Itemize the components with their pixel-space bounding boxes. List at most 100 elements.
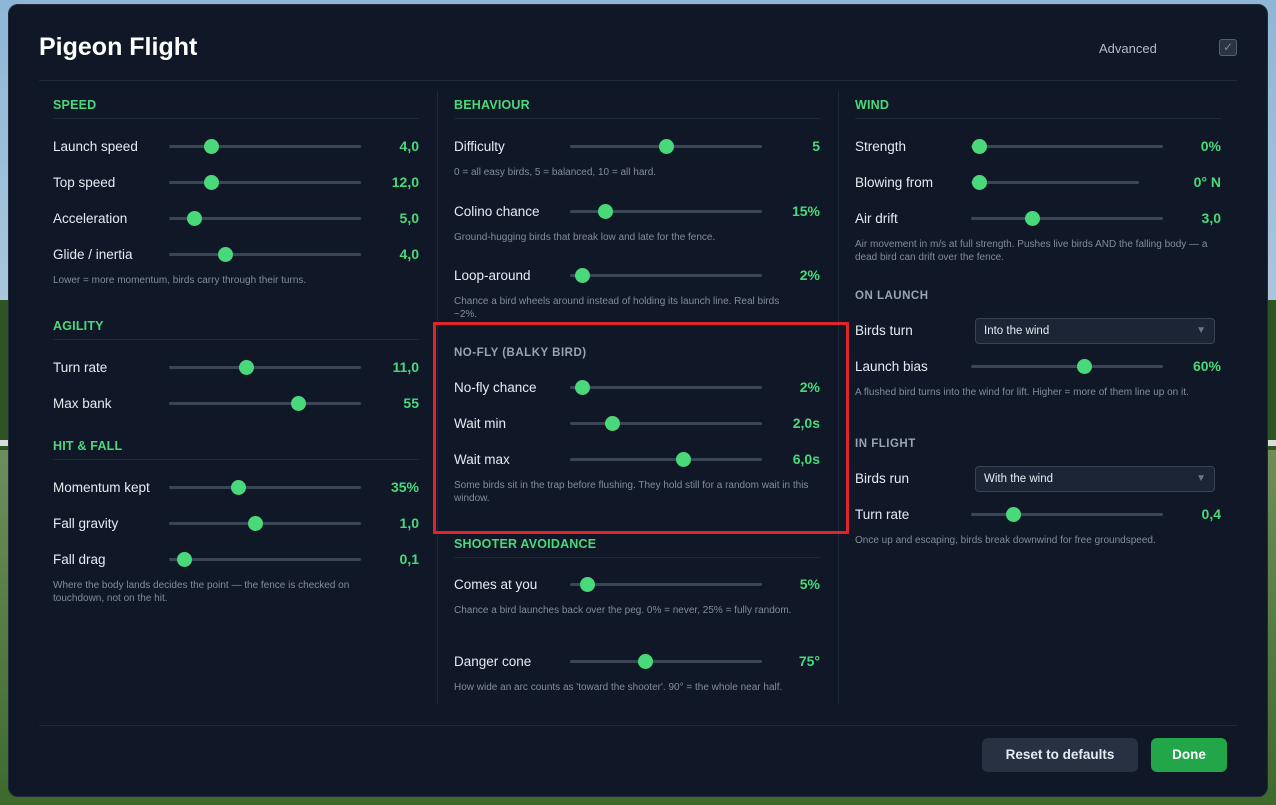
section-heading-shooter-avoidance: SHOOTER AVOIDANCE	[454, 537, 820, 558]
setting-blowing-from: Blowing from 0° N	[855, 172, 1221, 192]
slider-knob[interactable]	[659, 139, 674, 154]
slider-knob[interactable]	[204, 139, 220, 154]
setting-value: 55	[403, 395, 419, 411]
setting-fall-gravity: Fall gravity 1,0	[53, 513, 419, 533]
setting-value: 0%	[1200, 138, 1221, 154]
setting-label: Loop-around	[454, 268, 531, 283]
advanced-checkbox[interactable]: ✓	[1219, 39, 1237, 56]
setting-label: Wait max	[454, 452, 510, 467]
slider-knob[interactable]	[637, 654, 653, 669]
slider-track[interactable]	[169, 175, 361, 190]
setting-label: Difficulty	[454, 139, 505, 154]
birds-run-select[interactable]: With the wind ▼	[975, 466, 1215, 492]
slider-knob[interactable]	[177, 552, 193, 567]
setting-max-bank: Max bank 55	[53, 393, 419, 413]
birds-turn-select[interactable]: Into the wind ▼	[975, 318, 1215, 344]
slider-track[interactable]	[570, 268, 762, 283]
column-wind: WIND Strength 0% Blowing from 0° N Air d…	[855, 91, 1221, 704]
column-divider	[437, 91, 438, 704]
setting-value: 6,0s	[792, 451, 820, 467]
setting-value: 4,0	[399, 246, 419, 262]
setting-glide-inertia: Glide / inertia 4,0	[53, 244, 419, 264]
slider-track[interactable]	[169, 480, 361, 495]
difficulty-hint: 0 = all easy birds, 5 = balanced, 10 = a…	[454, 167, 657, 178]
slider-knob[interactable]	[1006, 507, 1022, 522]
slider-track[interactable]	[570, 204, 762, 219]
hit-fall-hint: Where the body lands decides the point —…	[53, 580, 350, 604]
advanced-label: Advanced	[1099, 41, 1157, 56]
slider-track[interactable]	[971, 359, 1163, 374]
setting-label: Launch speed	[53, 139, 138, 154]
setting-label: Air drift	[855, 211, 898, 226]
slider-knob[interactable]	[1025, 211, 1041, 226]
slider-knob[interactable]	[186, 211, 202, 226]
setting-danger-cone: Danger cone 75°	[454, 651, 820, 671]
setting-value: 3,0	[1201, 210, 1221, 226]
slider-track[interactable]	[169, 360, 361, 375]
slider-knob[interactable]	[597, 204, 613, 219]
setting-label: Fall gravity	[53, 516, 119, 531]
on-launch-hint: A flushed bird turns into the wind for l…	[855, 387, 1189, 398]
setting-label: Birds turn	[855, 323, 913, 338]
slider-knob[interactable]	[238, 360, 254, 375]
setting-wind-strength: Strength 0%	[855, 136, 1221, 156]
setting-value: 12,0	[391, 174, 419, 190]
setting-comes-at-you: Comes at you 5%	[454, 574, 820, 594]
slider-knob[interactable]	[972, 175, 988, 190]
setting-no-fly-chance: No-fly chance 2%	[454, 377, 820, 397]
setting-top-speed: Top speed 12,0	[53, 172, 419, 192]
column-divider	[838, 91, 839, 704]
slider-track[interactable]	[169, 396, 361, 411]
slider-track[interactable]	[971, 507, 1163, 522]
slider-knob[interactable]	[204, 175, 220, 190]
slider-track[interactable]	[570, 139, 762, 154]
setting-colino-chance: Colino chance 15%	[454, 201, 820, 221]
wind-hint: Air movement in m/s at full strength. Pu…	[855, 239, 1208, 263]
setting-value: 4,0	[399, 138, 419, 154]
setting-label: Birds run	[855, 471, 910, 486]
slider-track[interactable]	[570, 654, 762, 669]
slider-track[interactable]	[169, 211, 361, 226]
setting-label: Strength	[855, 139, 907, 154]
slider-knob[interactable]	[290, 396, 306, 411]
slider-track[interactable]	[570, 452, 762, 467]
modal-footer-divider	[39, 725, 1237, 726]
slider-knob[interactable]	[231, 480, 247, 495]
setting-turn-rate: Turn rate 11,0	[53, 357, 419, 377]
done-button[interactable]: Done	[1151, 738, 1227, 772]
slider-knob[interactable]	[574, 268, 590, 283]
slider-knob[interactable]	[217, 247, 233, 262]
setting-label: Fall drag	[53, 552, 106, 567]
slider-knob[interactable]	[971, 139, 987, 154]
slider-knob[interactable]	[248, 516, 264, 531]
setting-label: Danger cone	[454, 654, 532, 669]
slider-knob[interactable]	[605, 416, 621, 431]
section-heading-hit-fall: HIT & FALL	[53, 439, 419, 460]
setting-value: 2,0s	[792, 415, 820, 431]
slider-track[interactable]	[971, 211, 1163, 226]
setting-acceleration: Acceleration 5,0	[53, 208, 419, 228]
speed-hint: Lower = more momentum, birds carry throu…	[53, 275, 307, 286]
comes-at-you-hint: Chance a bird launches back over the peg…	[454, 605, 792, 616]
slider-track[interactable]	[169, 139, 361, 154]
setting-value: 5%	[799, 576, 820, 592]
danger-cone-hint: How wide an arc counts as 'toward the sh…	[454, 682, 783, 693]
slider-track[interactable]	[169, 516, 361, 531]
slider-track[interactable]	[971, 175, 1139, 190]
setting-label: Top speed	[53, 175, 116, 190]
slider-track[interactable]	[169, 552, 361, 567]
reset-to-defaults-button[interactable]: Reset to defaults	[982, 738, 1138, 772]
slider-knob[interactable]	[1077, 359, 1093, 374]
setting-value: 75°	[798, 653, 820, 669]
setting-momentum-kept: Momentum kept 35%	[53, 477, 419, 497]
setting-launch-bias: Launch bias 60%	[855, 356, 1221, 376]
slider-track[interactable]	[971, 139, 1163, 154]
slider-track[interactable]	[570, 380, 762, 395]
slider-knob[interactable]	[580, 577, 596, 592]
slider-track[interactable]	[570, 416, 762, 431]
slider-track[interactable]	[169, 247, 361, 262]
slider-track[interactable]	[570, 577, 762, 592]
slider-knob[interactable]	[574, 380, 590, 395]
slider-knob[interactable]	[676, 452, 692, 467]
setting-launch-speed: Launch speed 4,0	[53, 136, 419, 156]
